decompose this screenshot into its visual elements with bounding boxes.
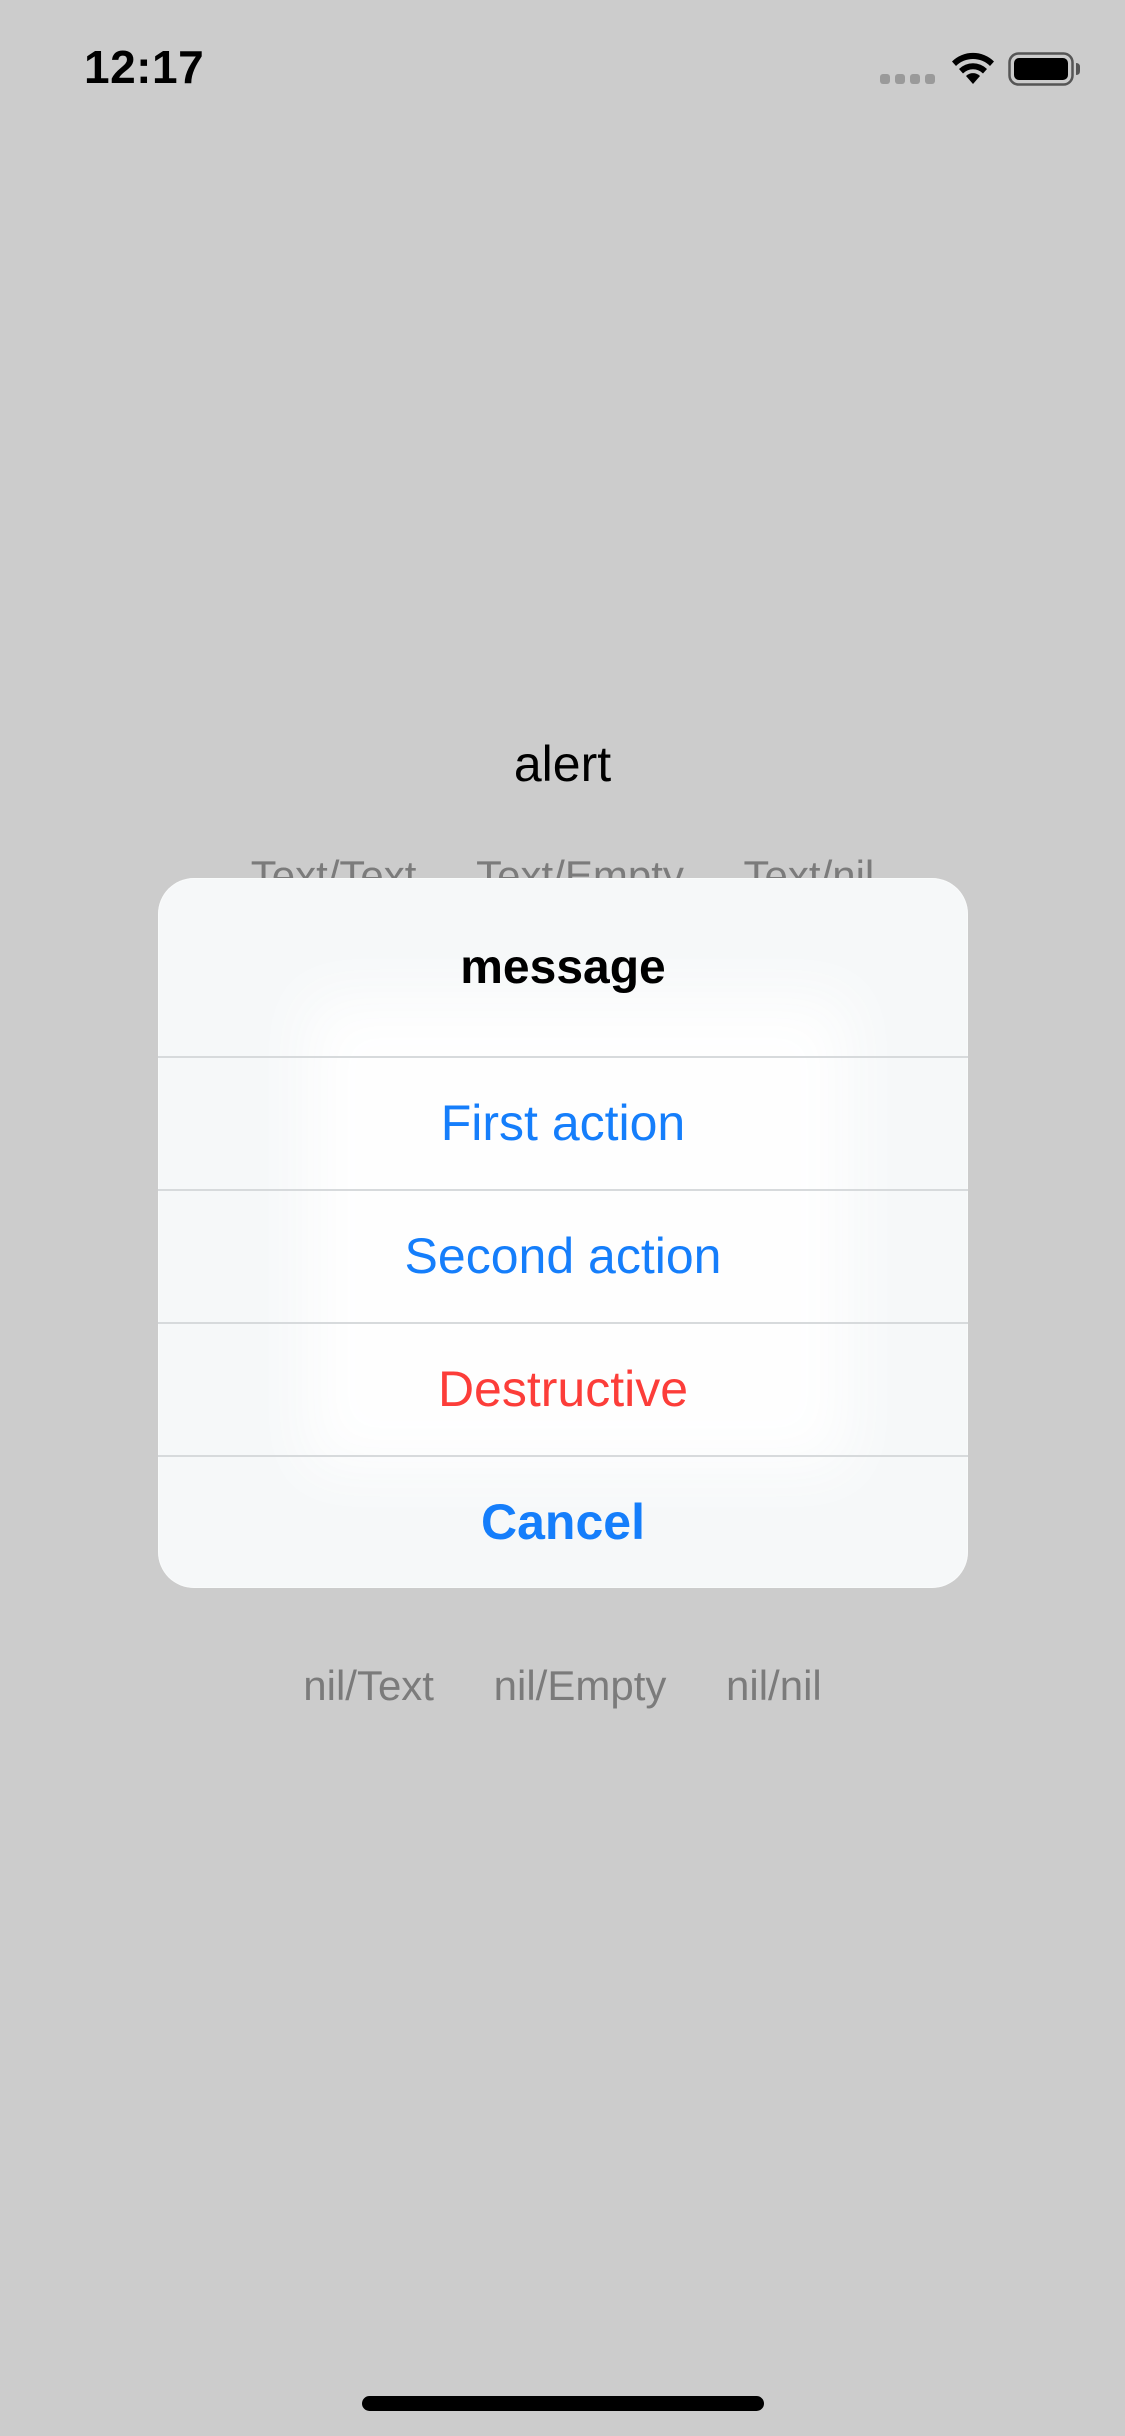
- page-title: alert: [513, 736, 612, 792]
- cancel-button[interactable]: Cancel: [158, 1455, 968, 1587]
- button-row-nil: nil/Text nil/Empty nil/nil: [0, 1662, 1125, 1710]
- alert-dialog: message First action Second action Destr…: [158, 878, 968, 1588]
- nil-text-button[interactable]: nil/Text: [303, 1662, 434, 1710]
- home-indicator[interactable]: [362, 2396, 764, 2411]
- destructive-button[interactable]: Destructive: [158, 1322, 968, 1454]
- nil-nil-button[interactable]: nil/nil: [726, 1662, 822, 1710]
- second-action-button[interactable]: Second action: [158, 1189, 968, 1321]
- status-time: 12:17: [84, 41, 205, 93]
- battery-icon: [1008, 52, 1082, 86]
- alert-message: message: [460, 940, 666, 994]
- wifi-icon: [950, 50, 996, 86]
- first-action-button[interactable]: First action: [158, 1056, 968, 1188]
- nil-empty-button[interactable]: nil/Empty: [494, 1662, 667, 1710]
- signal-icon: [880, 74, 936, 86]
